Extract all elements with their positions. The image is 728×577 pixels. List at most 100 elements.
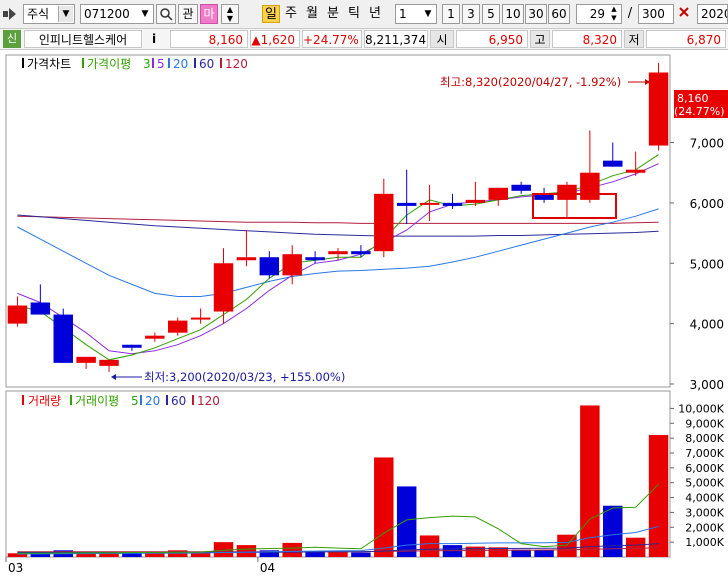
candle-body [557,184,577,200]
candle-body [305,257,325,261]
candle-body [53,314,73,363]
legend-ma20: 20 [173,57,188,71]
current-price-tag-pct: (24.77%) [674,105,725,118]
price-legend-ma: 가격이평 [87,57,131,71]
volume-bar [305,551,325,557]
period-select[interactable]: 1 ▼ [395,4,437,24]
price-tick-label: 4,000 [690,318,724,332]
total-input[interactable]: 300 [638,4,674,24]
candle-body [465,199,486,203]
chevron-down-icon: ▼ [141,9,149,19]
tab-year[interactable]: 년 [366,5,384,23]
candle-body [603,160,623,167]
low-price: 6,870 [646,30,726,48]
date-input[interactable]: 2020 [697,4,728,24]
updown-spinner[interactable]: ▲ ▼ [221,4,239,24]
volume-tick-label: 10,000K [678,402,724,415]
chevron-down-icon: ▼ [424,9,432,19]
toolbar: 주식 ▼ 071200 ▼ 관 마 ▲ ▼ 일 주 월 분 틱 년 1 ▼ 1 3… [0,0,728,29]
candle-body [648,72,669,146]
tab-month[interactable]: 월 [303,5,321,23]
price-tick-label: 3,000 [690,378,724,392]
price-tick-label: 5,000 [690,257,724,271]
close-icon [679,7,689,17]
stock-code-value: 071200 [84,7,130,21]
legend-ma5: 5 [157,57,165,71]
open-price: 6,950 [456,30,528,48]
volume-tick-label: 4,000K [685,492,724,505]
price-tick-label: 6,000 [690,197,724,211]
tab-tick[interactable]: 틱 [345,5,363,23]
candle-body [190,317,211,320]
stock-name[interactable]: 인피니트헬스케어 [24,30,142,48]
candle-body [374,193,394,252]
chevron-down-icon: ▼ [58,6,73,22]
market-type-select[interactable]: 주식 ▼ [23,4,75,24]
current-price: 8,160 [170,30,248,48]
legend-vma60: 60 [171,394,186,408]
search-button[interactable] [156,4,176,24]
volume-bar [374,457,394,557]
price-change-pct: +24.77% [302,30,362,48]
period-button-5[interactable]: 5 [482,4,500,24]
count-input[interactable]: 29 ▲ ▼ [576,4,622,24]
x-tick-label: 04 [260,561,275,575]
arrow-icon[interactable] [3,7,17,21]
info-button[interactable]: i [146,30,162,48]
volume-bar [580,405,600,557]
period-button-1[interactable]: 1 [442,4,460,24]
volume-tick-label: 5,000K [685,477,724,490]
volume-tick-label: 7,000K [685,447,724,460]
candle-body [511,184,531,191]
date-value: 2020 [701,7,727,21]
volume-tick-label: 9,000K [685,417,724,430]
period-button-60[interactable]: 60 [548,4,570,24]
price-change: ▲1,620 [250,30,300,48]
candle-body [625,169,646,173]
tab-week[interactable]: 주 [282,5,300,23]
min-price-annotation: 최저:3,200(2020/03/23, +155.00%) [144,370,345,384]
watchlist-button[interactable]: 관 [178,4,198,24]
price-legend-title: 가격차트 [27,57,71,71]
x-tick-label: 03 [8,561,23,575]
candle-body [328,251,348,255]
period-button-30[interactable]: 30 [525,4,547,24]
high-price: 8,320 [552,30,622,48]
volume-tick-label: 3,000K [685,506,724,519]
legend-vma120: 120 [197,394,220,408]
candle-body [580,172,600,200]
low-label: 저 [624,30,644,48]
candle-body [419,202,440,205]
volume-bar [625,537,646,557]
period-button-3[interactable]: 3 [462,4,480,24]
search-icon [160,8,173,21]
candle-body [236,257,257,261]
tab-day[interactable]: 일 [262,5,280,23]
candle-body [145,335,165,339]
price-tick-label: 7,000 [690,137,724,151]
period-button-10[interactable]: 10 [502,4,524,24]
volume-bar [328,551,348,557]
candle-body [213,263,234,312]
slash-label: / [627,6,633,21]
stock-chart[interactable]: 3,000 4,000 5,000 6,000 7,000 1,000K 2,000K 3,0… [0,51,728,577]
candle-body [282,254,302,276]
legend-ma60: 60 [199,57,214,71]
spinner-icon: ▲ ▼ [611,5,617,22]
close-button[interactable] [676,4,692,24]
tab-minute[interactable]: 분 [324,5,342,23]
candle-body [442,202,463,206]
volume-bar [282,542,302,557]
market-type-value: 주식 [27,7,50,21]
total-value: 300 [642,7,665,21]
candle-body [76,356,96,363]
volume-bar [648,435,669,557]
ma-button[interactable]: 마 [200,4,218,24]
volume-total: 8,211,374 [364,30,428,48]
candle-body [30,302,51,315]
stock-code-input[interactable]: 071200 ▼ [80,4,154,24]
price-panel-frame [5,54,671,388]
candle-body [351,251,371,255]
volume-bar [419,535,440,557]
volume-panel-frame [5,390,671,558]
